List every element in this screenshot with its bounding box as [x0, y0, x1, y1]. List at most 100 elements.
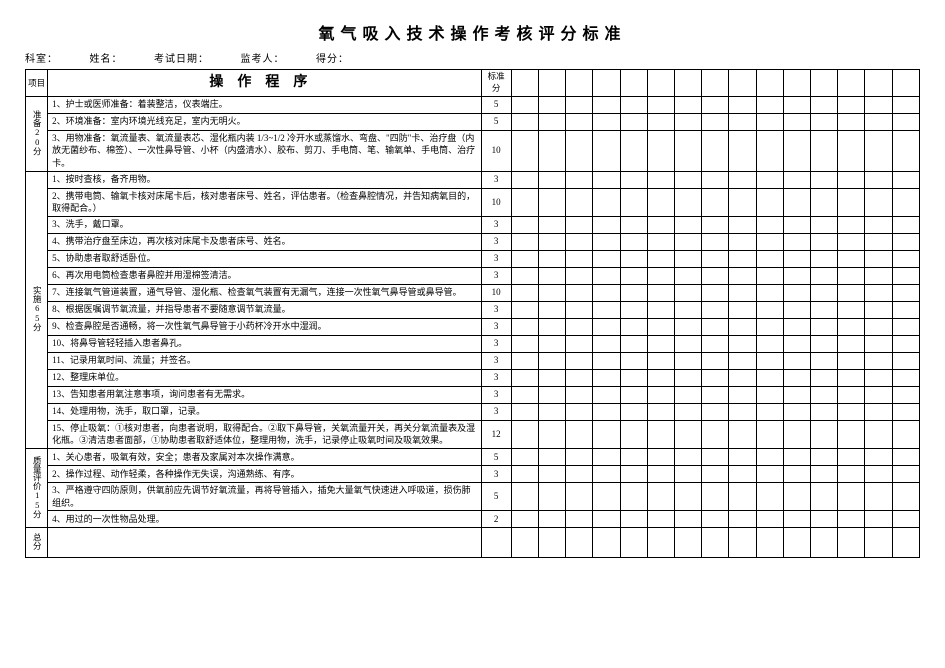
- blank-cell: [675, 465, 702, 482]
- blank-cell: [783, 482, 810, 510]
- blank-cell: [675, 352, 702, 369]
- blank-cell: [647, 171, 674, 188]
- blank-cell: [756, 171, 783, 188]
- dept-label: 科室：: [25, 50, 58, 65]
- blank-cell: [756, 301, 783, 318]
- blank-cell: [729, 301, 756, 318]
- col-header-stdscore: 标准分: [481, 70, 511, 97]
- blank-cell: [892, 528, 919, 558]
- blank-cell: [729, 465, 756, 482]
- blank-cell: [838, 352, 865, 369]
- procedure-cell: 9、检查鼻腔是否通畅，将一次性氧气鼻导管于小药杯冷开水中湿润。: [48, 318, 481, 335]
- blank-cell: [511, 301, 538, 318]
- blank-cell: [702, 130, 729, 171]
- blank-cell: [566, 250, 593, 267]
- blank-cell: [539, 511, 566, 528]
- blank-cell: [647, 130, 674, 171]
- category-cell: 质量评价15分: [26, 448, 48, 527]
- blank-cell: [593, 96, 620, 113]
- blank-cell: [647, 420, 674, 448]
- procedure-cell: 15、停止吸氧：①核对患者，向患者说明，取得配合。②取下鼻导管，关氧流量开关，再…: [48, 420, 481, 448]
- category-cell: 准备20分: [26, 96, 48, 171]
- blank-cell: [511, 250, 538, 267]
- blank-cell: [620, 403, 647, 420]
- blank-cell: [811, 284, 838, 301]
- blank-cell: [838, 70, 865, 97]
- blank-cell: [756, 511, 783, 528]
- blank-cell: [865, 318, 892, 335]
- blank-cell: [539, 267, 566, 284]
- blank-cell: [647, 70, 674, 97]
- blank-cell: [756, 130, 783, 171]
- blank-cell: [838, 528, 865, 558]
- blank-cell: [647, 96, 674, 113]
- score-cell: 3: [481, 250, 511, 267]
- blank-cell: [566, 301, 593, 318]
- blank-cell: [865, 448, 892, 465]
- blank-cell: [838, 96, 865, 113]
- blank-cell: [811, 482, 838, 510]
- blank-cell: [838, 403, 865, 420]
- blank-cell: [838, 113, 865, 130]
- score-cell: 3: [481, 465, 511, 482]
- blank-cell: [811, 528, 838, 558]
- blank-cell: [702, 386, 729, 403]
- procedure-cell: 3、洗手，戴口罩。: [48, 216, 481, 233]
- blank-cell: [539, 130, 566, 171]
- blank-cell: [838, 318, 865, 335]
- blank-cell: [811, 250, 838, 267]
- blank-cell: [865, 528, 892, 558]
- blank-cell: [702, 352, 729, 369]
- blank-cell: [511, 318, 538, 335]
- blank-cell: [892, 465, 919, 482]
- blank-cell: [675, 267, 702, 284]
- blank-cell: [811, 96, 838, 113]
- blank-cell: [783, 528, 810, 558]
- score-cell: 3: [481, 335, 511, 352]
- blank-cell: [729, 96, 756, 113]
- blank-cell: [729, 284, 756, 301]
- blank-cell: [702, 528, 729, 558]
- blank-cell: [892, 233, 919, 250]
- blank-cell: [892, 420, 919, 448]
- blank-cell: [511, 482, 538, 510]
- col-header-category: 项目: [26, 70, 48, 97]
- blank-cell: [838, 369, 865, 386]
- examiner-label: 监考人：: [241, 50, 285, 65]
- blank-cell: [566, 335, 593, 352]
- blank-cell: [783, 188, 810, 216]
- blank-cell: [566, 130, 593, 171]
- blank-cell: [675, 301, 702, 318]
- blank-cell: [647, 528, 674, 558]
- blank-cell: [539, 465, 566, 482]
- blank-cell: [647, 511, 674, 528]
- blank-cell: [729, 352, 756, 369]
- blank-cell: [593, 301, 620, 318]
- blank-cell: [838, 335, 865, 352]
- blank-cell: [539, 70, 566, 97]
- blank-cell: [756, 420, 783, 448]
- blank-cell: [756, 482, 783, 510]
- blank-cell: [729, 70, 756, 97]
- blank-cell: [566, 420, 593, 448]
- blank-cell: [566, 96, 593, 113]
- blank-cell: [702, 403, 729, 420]
- blank-cell: [647, 335, 674, 352]
- blank-cell: [702, 448, 729, 465]
- blank-cell: [593, 233, 620, 250]
- blank-cell: [811, 130, 838, 171]
- blank-cell: [892, 369, 919, 386]
- blank-cell: [729, 448, 756, 465]
- blank-cell: [511, 511, 538, 528]
- blank-cell: [702, 465, 729, 482]
- header-info: 科室： 姓名： 考试日期： 监考人： 得分：: [25, 50, 920, 65]
- blank-cell: [566, 318, 593, 335]
- blank-cell: [539, 188, 566, 216]
- procedure-cell: 4、用过的一次性物品处理。: [48, 511, 481, 528]
- blank-cell: [511, 284, 538, 301]
- blank-cell: [729, 369, 756, 386]
- blank-cell: [593, 70, 620, 97]
- blank-cell: [783, 113, 810, 130]
- blank-cell: [702, 420, 729, 448]
- blank-cell: [647, 482, 674, 510]
